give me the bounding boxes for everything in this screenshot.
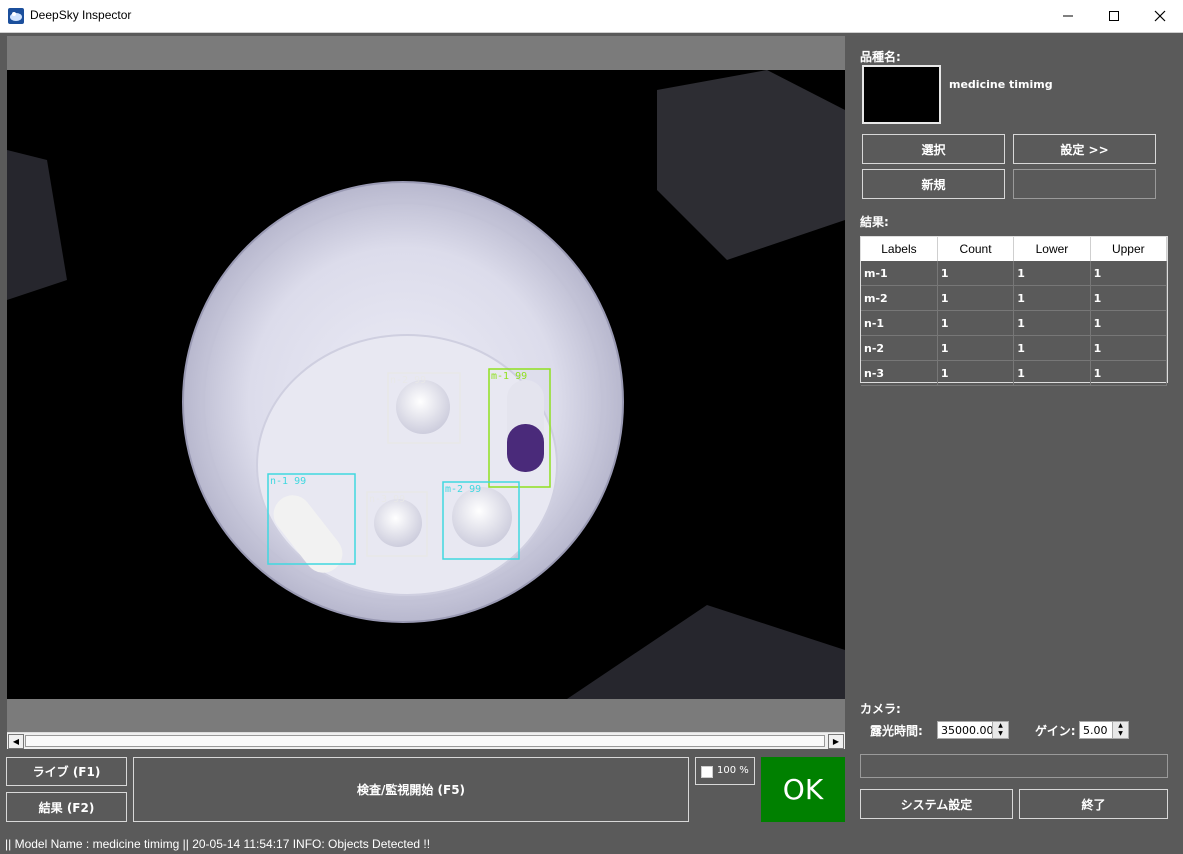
zoom-checkbox[interactable] bbox=[701, 766, 713, 778]
minimize-button[interactable] bbox=[1045, 0, 1091, 32]
product-name: medicine timimg bbox=[949, 78, 1053, 91]
table-row[interactable]: n-2 1 1 1 bbox=[861, 335, 1168, 361]
table-row[interactable]: m-2 1 1 1 bbox=[861, 285, 1168, 311]
table-row[interactable]: n-3 1 1 1 bbox=[861, 360, 1168, 386]
select-button[interactable]: 選択 bbox=[862, 134, 1005, 164]
message-field bbox=[860, 754, 1168, 778]
live-button[interactable]: ライブ (F1) bbox=[6, 757, 127, 786]
table-row[interactable]: n-1 1 1 1 bbox=[861, 310, 1168, 336]
cell-upper: 1 bbox=[1090, 335, 1168, 361]
product-thumbnail bbox=[862, 65, 941, 124]
results-label: 結果: bbox=[860, 215, 889, 229]
gain-spin-arrows-icon[interactable]: ▲ ▼ bbox=[1112, 722, 1128, 738]
settings-button[interactable]: 設定 >> bbox=[1013, 134, 1156, 164]
image-viewer[interactable]: n-2 99 m-1 99 n-1 99 n-3 99 m-2 99 ◀ ▶ bbox=[7, 36, 845, 749]
horizontal-scrollbar[interactable]: ◀ ▶ bbox=[7, 732, 845, 749]
cell-upper: 1 bbox=[1090, 261, 1168, 286]
cell-count: 1 bbox=[937, 335, 1015, 361]
cell-label: n-2 bbox=[861, 335, 938, 361]
cell-lower: 1 bbox=[1013, 335, 1091, 361]
gain-label: ゲイン: bbox=[1035, 724, 1076, 738]
cell-count: 1 bbox=[937, 360, 1015, 386]
camera-scene: n-2 99 m-1 99 n-1 99 n-3 99 m-2 99 bbox=[7, 70, 845, 699]
column-header-upper[interactable]: Upper bbox=[1090, 237, 1168, 261]
scroll-right-button[interactable]: ▶ bbox=[828, 734, 844, 749]
status-bar: || Model Name : medicine timimg || 20-05… bbox=[0, 833, 1183, 854]
column-header-lower[interactable]: Lower bbox=[1013, 237, 1091, 261]
system-settings-button[interactable]: システム設定 bbox=[860, 789, 1013, 819]
gain-value[interactable]: 5.00 bbox=[1083, 724, 1108, 737]
status-text: || Model Name : medicine timimg || 20-05… bbox=[5, 837, 431, 851]
detection-label: n-3 99 bbox=[369, 494, 405, 505]
exposure-value[interactable]: 35000.00 bbox=[941, 724, 994, 737]
close-icon bbox=[1154, 10, 1166, 22]
detection-label: m-2 99 bbox=[445, 484, 481, 495]
exposure-spin-arrows-icon[interactable]: ▲ ▼ bbox=[992, 722, 1008, 738]
maximize-icon bbox=[1109, 11, 1119, 21]
table-header-row: Labels Count Lower Upper bbox=[861, 237, 1168, 261]
zoom-checkbox-container[interactable]: 100 % bbox=[695, 757, 755, 785]
maximize-button[interactable] bbox=[1091, 0, 1137, 32]
gain-stepper[interactable]: 5.00 ▲ ▼ bbox=[1079, 721, 1129, 739]
exposure-stepper[interactable]: 35000.00 ▲ ▼ bbox=[937, 721, 1009, 739]
detection-label: n-1 99 bbox=[270, 476, 306, 487]
cell-lower: 1 bbox=[1013, 261, 1091, 286]
zoom-label: 100 % bbox=[717, 765, 749, 776]
minimize-icon bbox=[1063, 15, 1073, 17]
exposure-label: 露光時間: bbox=[870, 724, 923, 738]
cell-count: 1 bbox=[937, 310, 1015, 336]
cell-upper: 1 bbox=[1090, 360, 1168, 386]
result-button[interactable]: 結果 (F2) bbox=[6, 792, 127, 822]
camera-label: カメラ: bbox=[860, 702, 901, 716]
cell-upper: 1 bbox=[1090, 310, 1168, 336]
pill-n2 bbox=[396, 380, 450, 434]
scroll-thumb[interactable] bbox=[25, 735, 825, 747]
cell-lower: 1 bbox=[1013, 310, 1091, 336]
results-table[interactable]: Labels Count Lower Upper m-1 1 1 1 m-2 1… bbox=[860, 236, 1168, 386]
exit-button[interactable]: 終了 bbox=[1019, 789, 1168, 819]
column-header-labels[interactable]: Labels bbox=[861, 237, 938, 261]
cell-count: 1 bbox=[937, 285, 1015, 311]
cell-label: m-2 bbox=[861, 285, 938, 311]
cell-label: n-1 bbox=[861, 310, 938, 336]
window-title: DeepSky Inspector bbox=[30, 8, 132, 22]
cell-count: 1 bbox=[937, 261, 1015, 286]
judgement-indicator: OK bbox=[761, 757, 845, 822]
camera-image: n-2 99 m-1 99 n-1 99 n-3 99 m-2 99 bbox=[7, 70, 845, 699]
product-label: 品種名: bbox=[860, 50, 901, 64]
start-inspection-button[interactable]: 検査/監視開始 (F5) bbox=[133, 757, 689, 822]
table-row[interactable]: m-1 1 1 1 bbox=[861, 261, 1168, 286]
cell-lower: 1 bbox=[1013, 285, 1091, 311]
cell-label: n-3 bbox=[861, 360, 938, 386]
cell-lower: 1 bbox=[1013, 360, 1091, 386]
column-header-count[interactable]: Count bbox=[937, 237, 1015, 261]
app-logo-icon bbox=[8, 8, 24, 24]
empty-slot bbox=[1013, 169, 1156, 199]
scroll-left-button[interactable]: ◀ bbox=[8, 734, 24, 749]
cell-label: m-1 bbox=[861, 261, 938, 286]
detection-label: n-2 99 bbox=[390, 375, 426, 386]
title-bar: DeepSky Inspector bbox=[0, 0, 1183, 33]
close-button[interactable] bbox=[1137, 0, 1183, 32]
detection-label: m-1 99 bbox=[491, 371, 527, 382]
new-button[interactable]: 新規 bbox=[862, 169, 1005, 199]
cell-upper: 1 bbox=[1090, 285, 1168, 311]
